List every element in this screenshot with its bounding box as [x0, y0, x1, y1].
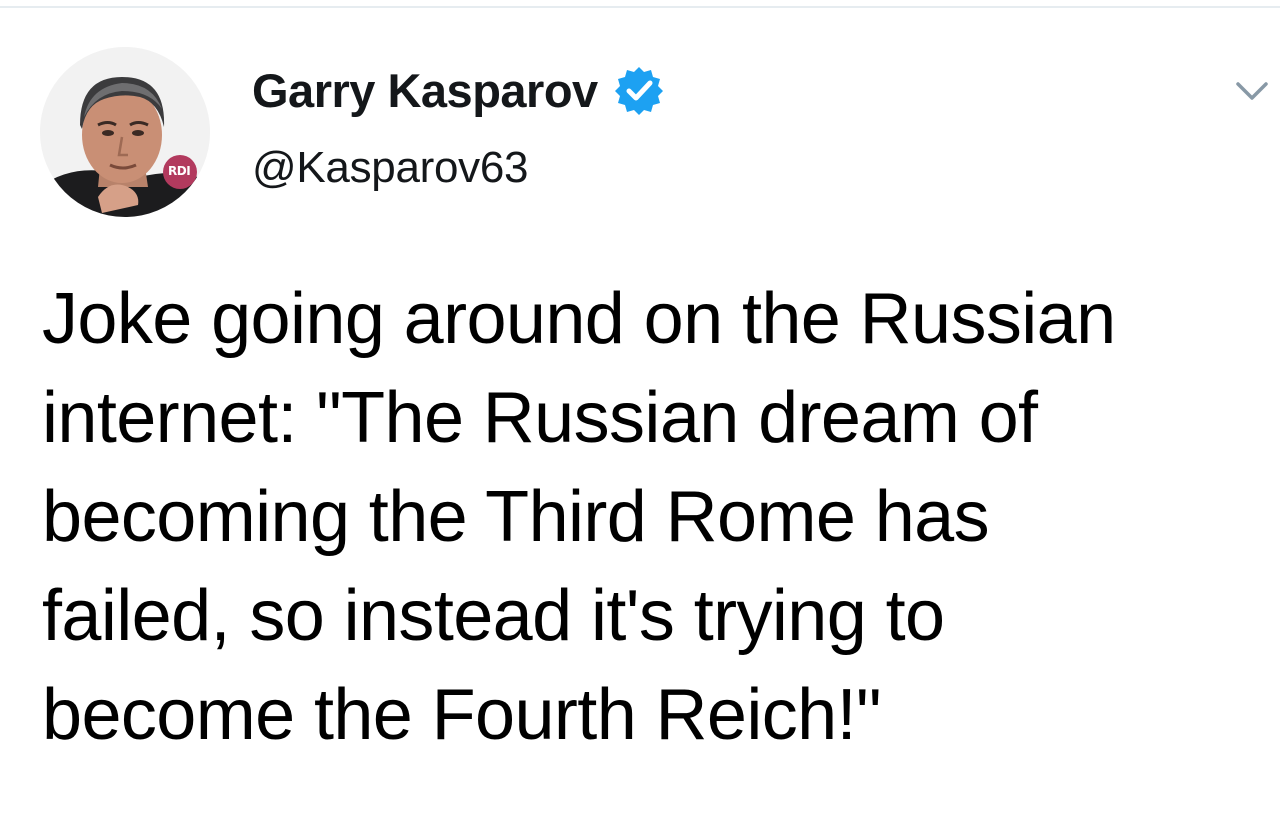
tweet-text-line: Joke going around on the Russian	[42, 279, 1116, 359]
tweet-text-line: becoming the Third Rome has	[42, 477, 990, 557]
tweet-text-line: failed, so instead it's trying to	[42, 576, 945, 656]
chevron-down-icon[interactable]	[1234, 78, 1270, 104]
avatar[interactable]: RDI	[40, 47, 210, 217]
user-info: Garry Kasparov @Kasparov63	[252, 60, 665, 190]
tweet-text-line: internet: "The Russian dream of	[42, 378, 1038, 458]
tweet-text-line: become the Fourth Reich!"	[42, 675, 882, 755]
user-handle[interactable]: @Kasparov63	[252, 146, 665, 190]
name-row: Garry Kasparov	[252, 60, 665, 120]
avatar-badge-text: RDI	[168, 164, 191, 178]
verified-badge-icon	[613, 64, 665, 116]
display-name[interactable]: Garry Kasparov	[252, 67, 598, 114]
tweet-card: RDI Garry Kasparov @Kasparov63 Joke goin…	[0, 0, 1280, 830]
avatar-portrait	[40, 47, 210, 217]
tweet-text: Joke going around on the Russian interne…	[42, 270, 1267, 765]
